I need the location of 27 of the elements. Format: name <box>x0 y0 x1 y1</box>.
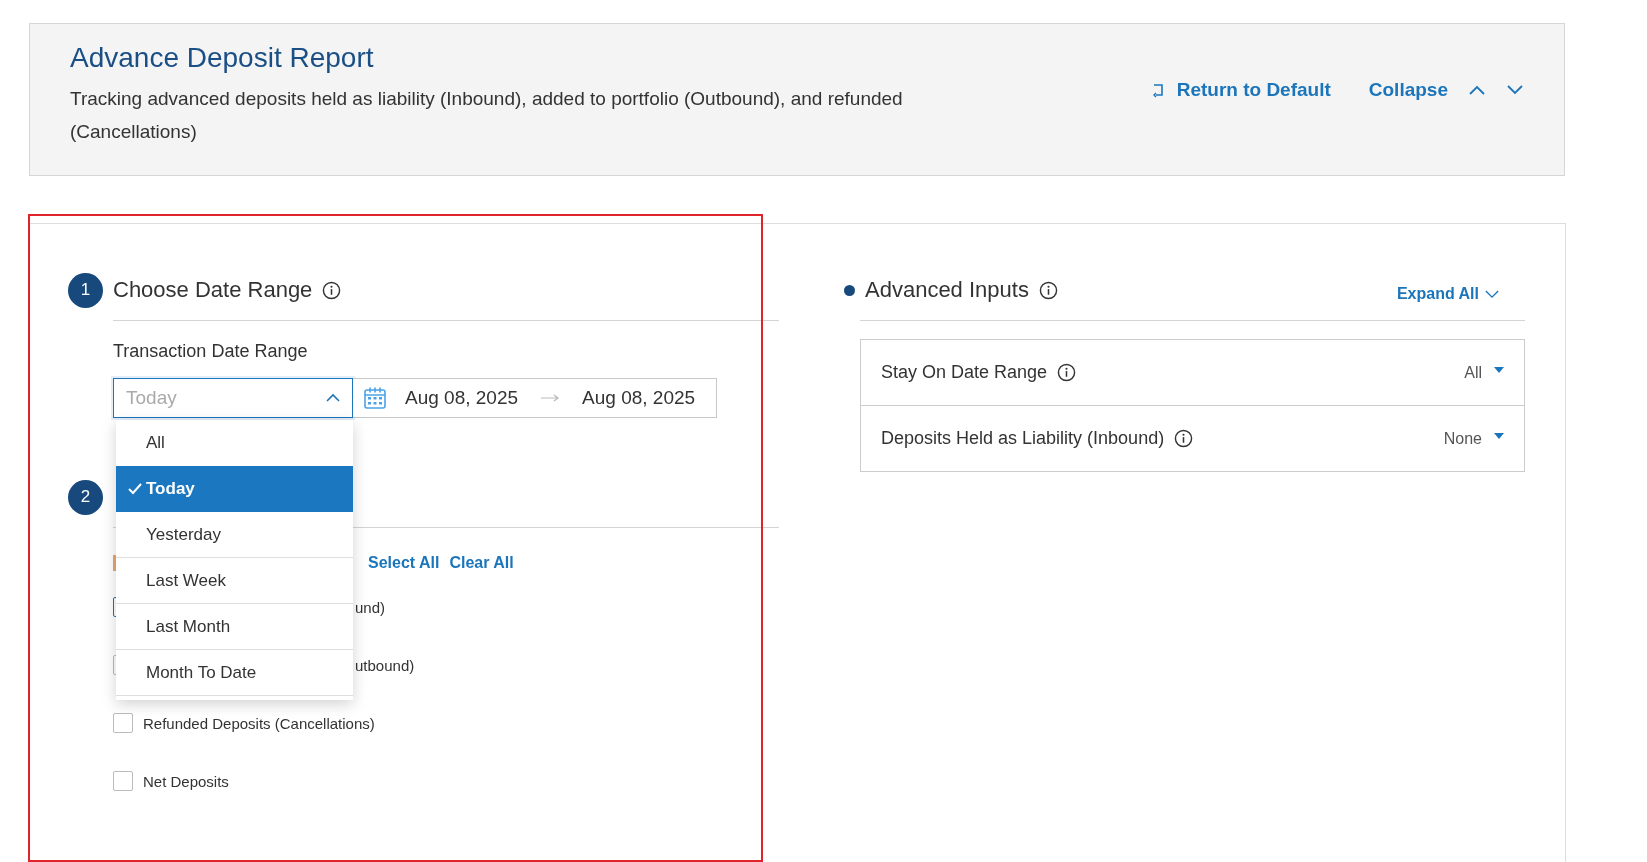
select-link[interactable]: Clear All <box>449 554 514 572</box>
select-link[interactable]: Select All <box>368 554 440 572</box>
checkbox-label: Net Deposits <box>143 772 229 790</box>
value-dropdown[interactable]: All <box>1464 363 1504 382</box>
collapse-link[interactable]: Collapse <box>1368 78 1448 101</box>
input-label: Stay On Date Range <box>881 362 1048 383</box>
step-badge: 2 <box>68 479 103 515</box>
checkbox-label: Refunded Deposits (Cancellations) <box>143 714 375 732</box>
dropdown-option[interactable]: All <box>116 420 353 466</box>
value-dropdown[interactable]: None <box>1443 429 1504 448</box>
dropdown-option[interactable]: Last Week <box>116 558 353 604</box>
section-title: Advanced Inputs <box>865 277 1029 303</box>
checkbox-label: utbound) <box>355 656 415 674</box>
return-to-default-link[interactable]: Return to Default <box>1150 78 1331 101</box>
dropdown-option[interactable]: Last Month <box>116 604 353 650</box>
input-label: Deposits Held as Liability (Inbound) <box>881 428 1165 449</box>
step-badge: 1 <box>68 272 103 308</box>
report-description: Tracking advanced deposits held as liability (Inbound), added to portfolio (Outbound), and refunded (Cancellations) <box>70 86 904 144</box>
dropdown-option[interactable]: Yesterday <box>116 512 353 558</box>
date-range-field[interactable]: Aug 08, 2025 Aug 08, 2025 <box>353 378 717 418</box>
dropdown-option[interactable]: Month To Date <box>116 650 353 696</box>
expand-all-link[interactable]: Expand All <box>1396 285 1479 303</box>
checkbox-label: und) <box>355 598 386 616</box>
report-title: Advance Deposit Report <box>70 41 375 74</box>
field-label: Transaction Date Range <box>113 341 309 362</box>
dropdown-option[interactable]: Today <box>116 466 353 512</box>
section-title: Choose Date Range <box>113 277 313 303</box>
